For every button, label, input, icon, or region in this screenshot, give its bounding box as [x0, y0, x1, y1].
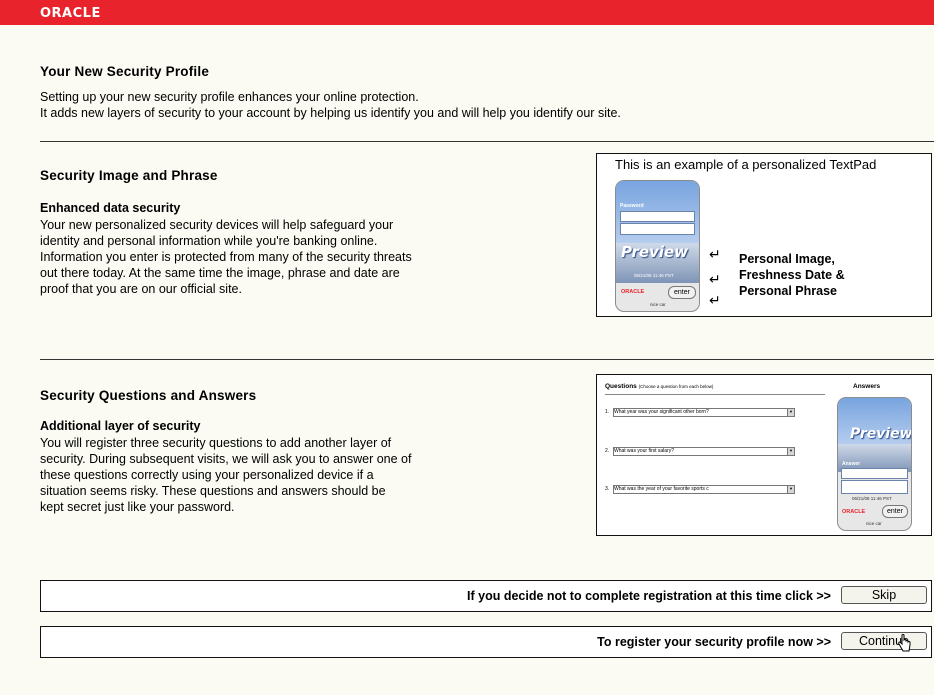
section-subtitle-questions: Additional layer of security: [40, 419, 201, 433]
device-field: [620, 211, 695, 222]
skip-bar: If you decide not to complete registrati…: [40, 580, 932, 612]
question-select: What was your first salary? ▼: [613, 447, 795, 456]
intro-text: Setting up your new security profile enh…: [40, 89, 780, 121]
question-select: What was the year of your favorite sport…: [613, 485, 795, 494]
text-line: out there today. At the same time the im…: [40, 266, 400, 280]
arrow-icon: ↵: [709, 292, 721, 308]
device-oracle-logo: ORACLE: [621, 289, 645, 295]
device-enter-key: enter: [882, 505, 908, 518]
question-text: What year was your significant other bor…: [614, 409, 709, 415]
text-line: these questions correctly using your per…: [40, 468, 374, 482]
skip-prompt: If you decide not to complete registrati…: [467, 589, 831, 603]
question-select: What year was your significant other bor…: [613, 408, 795, 417]
device-date: 06/21/08 11:46 PST: [852, 496, 892, 501]
continue-prompt: To register your security profile now >>: [597, 635, 831, 649]
answers-header: Answers: [853, 383, 881, 390]
device-callout: Personal Image, Freshness Date & Persona…: [739, 251, 845, 299]
chevron-down-icon: ▼: [787, 448, 794, 455]
device-field-label: Answer: [842, 461, 861, 467]
device-field: [841, 480, 908, 494]
questions-divider: [605, 394, 825, 395]
device-phrase: nice car: [650, 302, 666, 307]
question-text: What was your first salary?: [614, 448, 675, 454]
continue-button[interactable]: Continue: [841, 632, 927, 650]
section-subtitle-image: Enhanced data security: [40, 201, 181, 215]
text-line: Information you enter is protected from …: [40, 250, 412, 264]
hand-cursor-icon: [898, 634, 911, 652]
callout-line: Personal Phrase: [739, 284, 837, 298]
arrow-icon: ↵: [709, 271, 721, 287]
device-phrase: nice car: [866, 521, 882, 526]
callout-line: Freshness Date &: [739, 268, 845, 282]
device-field-label: Password: [620, 203, 644, 209]
text-line: identity and personal information while …: [40, 234, 378, 248]
device-image-word: Preview: [621, 243, 689, 261]
section-text-image: Your new personalized security devices w…: [40, 217, 510, 297]
question-number: 1.: [605, 409, 610, 415]
text-line: You will register three security questio…: [40, 436, 392, 450]
device-oracle-logo: ORACLE: [842, 509, 866, 515]
text-line: situation seems risky. These questions a…: [40, 484, 386, 498]
questions-hint: (Choose a question from each below): [638, 384, 714, 389]
question-text: What was the year of your favorite sport…: [614, 486, 709, 492]
textpad-example-panel: This is an example of a personalized Tex…: [596, 153, 932, 317]
section-title-questions: Security Questions and Answers: [40, 388, 257, 403]
questions-header: Questions (Choose a question from each b…: [605, 383, 714, 390]
device-field: [620, 223, 695, 235]
chevron-down-icon: ▼: [787, 409, 794, 416]
device-field: [841, 468, 908, 479]
device-image-word: Preview: [850, 426, 912, 442]
divider: [40, 141, 934, 142]
example-label: This is an example of a personalized Tex…: [615, 157, 877, 172]
top-banner: ORACLE: [0, 0, 934, 25]
callout-line: Personal Image,: [739, 252, 835, 266]
divider: [40, 359, 934, 360]
device-enter-key: enter: [668, 286, 696, 299]
question-number: 3.: [605, 486, 610, 492]
section-text-questions: You will register three security questio…: [40, 435, 510, 515]
oracle-logo: ORACLE: [40, 6, 101, 21]
intro-line-1: Setting up your new security profile enh…: [40, 90, 419, 104]
device-date: 06/21/08 11:46 PST: [634, 273, 674, 278]
question-number: 2.: [605, 448, 610, 454]
text-line: kept secret just like your password.: [40, 500, 235, 514]
text-line: Your new personalized security devices w…: [40, 218, 394, 232]
skip-button[interactable]: Skip: [841, 586, 927, 604]
questions-example-panel: Questions (Choose a question from each b…: [596, 374, 932, 536]
section-title-image: Security Image and Phrase: [40, 168, 218, 183]
text-line: security. During subsequent visits, we w…: [40, 452, 412, 466]
continue-bar: To register your security profile now >>…: [40, 626, 932, 658]
answer-device-image: Preview Answer 06/21/08 11:46 PST ORACLE…: [837, 397, 912, 531]
intro-line-2: It adds new layers of security to your a…: [40, 106, 621, 120]
textpad-device-image: Password Preview 06/21/08 11:46 PST ORAC…: [615, 180, 700, 312]
page-title: Your New Security Profile: [40, 64, 210, 79]
arrow-icon: ↵: [709, 246, 721, 262]
chevron-down-icon: ▼: [787, 486, 794, 493]
text-line: proof that you are on our official site.: [40, 282, 242, 296]
